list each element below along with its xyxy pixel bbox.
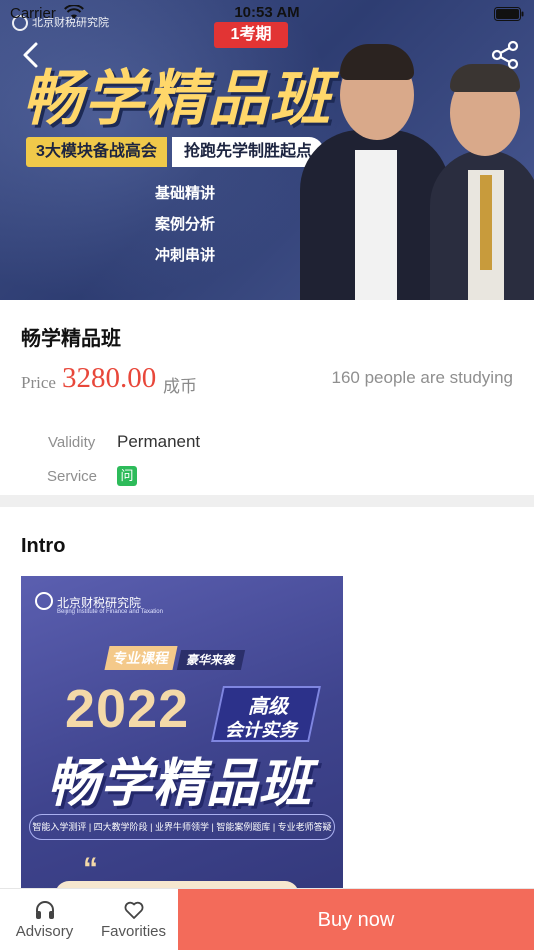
battery-icon (494, 7, 524, 21)
poster-tag: 专业课程 (104, 646, 178, 670)
intro-title: Intro (21, 535, 66, 557)
buy-now-button[interactable]: Buy now (178, 889, 534, 950)
poster-title: 畅学精品班 (47, 755, 313, 813)
favorites-button[interactable]: Favorities (89, 889, 178, 950)
price-unit: 成币 (163, 377, 197, 396)
teacher-photo (430, 40, 534, 300)
bottom-action-bar: Advisory Favorities Buy now (0, 888, 534, 950)
section-divider (0, 495, 534, 507)
banner-module-list: 基础精讲 案例分析 冲刺串讲 (155, 178, 215, 271)
validity-value: Permanent (117, 432, 201, 451)
price-value: 3280.00 (62, 362, 157, 394)
advisory-button[interactable]: Advisory (0, 889, 89, 950)
study-count: 160 people are studying (331, 368, 513, 387)
heart-icon (124, 901, 144, 919)
share-icon[interactable] (490, 40, 520, 70)
favorites-label: Favorities (100, 923, 167, 940)
teacher-photo (300, 40, 450, 300)
module-pill: 3大模块备战高会 (26, 137, 167, 167)
poster-logo-mark (35, 592, 53, 610)
advisory-label: Advisory (15, 923, 74, 940)
poster-tag-secondary: 豪华来袭 (176, 650, 246, 670)
poster-year: 2022 (65, 679, 190, 739)
course-title: 畅学精品班 (21, 328, 121, 350)
course-banner: Carrier 10:53 AM 北京财税研究院 1考期 畅学精品班 3大模块备… (0, 0, 534, 300)
intro-poster: 北京财税研究院 Beijing Institute of Finance and… (21, 576, 343, 894)
poster-logo-text: 北京财税研究院 (57, 596, 142, 610)
headphones-icon (36, 901, 54, 919)
poster-features: 智能入学测评 | 四大教学阶段 | 业界牛师领学 | 智能案例题库 | 专业老师… (29, 814, 335, 840)
banner-list-item: 案例分析 (155, 216, 216, 233)
poster-subject-line1: 高级 (248, 696, 288, 718)
poster-logo-subtitle: Beijing Institute of Finance and Taxatio… (57, 609, 163, 615)
service-label: Service (47, 468, 98, 485)
price-label: Price (21, 373, 56, 392)
status-bar: Carrier 10:53 AM (0, 0, 534, 28)
validity-label: Validity (48, 434, 96, 451)
poster-subject-line2: 会计实务 (225, 720, 297, 740)
clock: 10:53 AM (234, 4, 300, 21)
back-button[interactable] (16, 38, 46, 72)
banner-list-item: 冲刺串讲 (155, 247, 216, 264)
service-badge[interactable]: 问 (117, 466, 137, 486)
banner-list-item: 基础精讲 (155, 185, 216, 202)
banner-title: 畅学精品班 (22, 65, 332, 132)
